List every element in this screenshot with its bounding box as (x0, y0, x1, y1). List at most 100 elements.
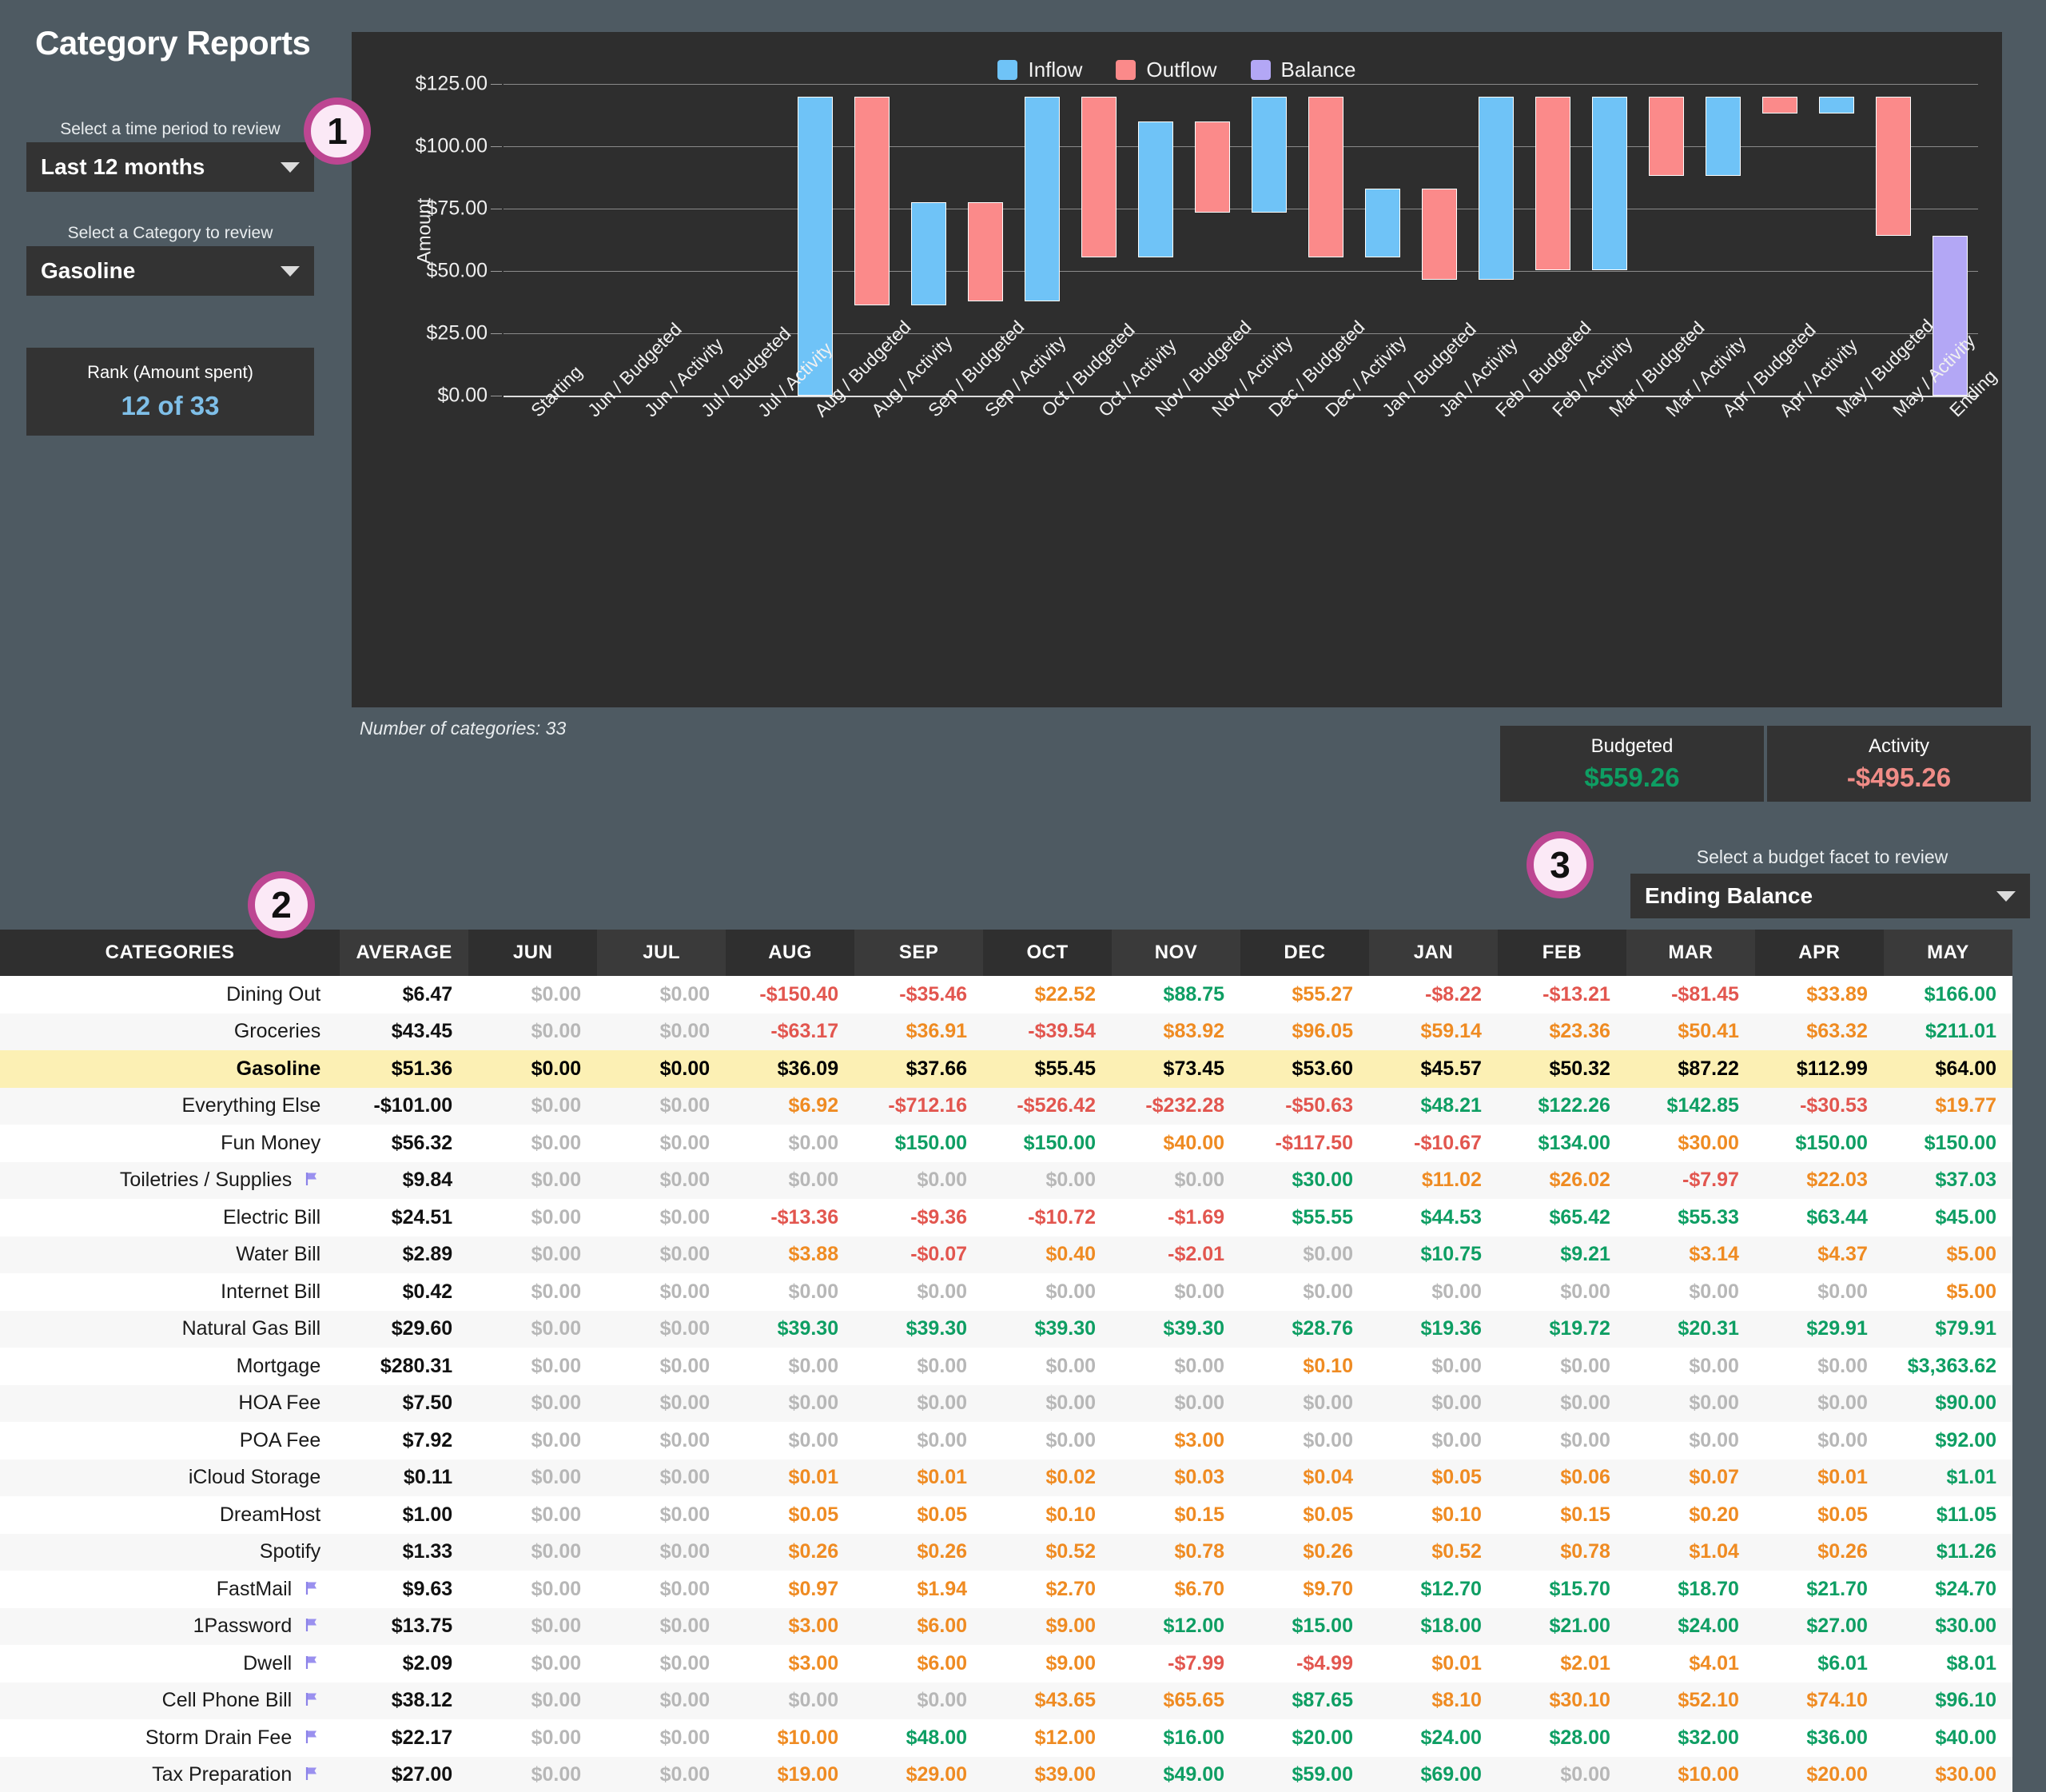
table-cell-dec[interactable]: $0.10 (1240, 1348, 1369, 1385)
flag-icon[interactable] (303, 1170, 320, 1188)
flag-icon[interactable] (303, 1616, 320, 1634)
table-cell-jan[interactable]: $0.05 (1369, 1459, 1498, 1497)
table-row[interactable]: Everything Else -$101.00 $0.00 $0.00 $6.92 -$… (0, 1087, 2012, 1125)
table-cell-oct[interactable]: $150.00 (983, 1125, 1112, 1162)
table-row[interactable]: Dining Out $6.47 $0.00 $0.00 -$150.40 -$35.46… (0, 976, 2012, 1013)
table-cell-jun[interactable]: $0.00 (468, 1236, 597, 1274)
table-cell-may[interactable]: $5.00 (1884, 1273, 2012, 1311)
table-header-feb[interactable]: FEB (1497, 930, 1626, 976)
chart-bar-inflow[interactable] (911, 202, 947, 306)
category-name-cell[interactable]: Natural Gas Bill (0, 1311, 340, 1348)
table-cell-mar[interactable]: $3.14 (1626, 1236, 1755, 1274)
table-cell-nov[interactable]: $16.00 (1112, 1719, 1240, 1757)
table-cell-dec[interactable]: $87.65 (1240, 1682, 1369, 1720)
table-cell-feb[interactable]: $2.01 (1498, 1645, 1626, 1682)
table-row[interactable]: DreamHost $1.00 $0.00 $0.00 $0.05 $0.05 $0.10 $… (0, 1496, 2012, 1534)
table-cell-oct[interactable]: $0.00 (983, 1422, 1112, 1459)
table-cell-aug[interactable]: $3.88 (726, 1236, 854, 1274)
table-cell-average[interactable]: $1.33 (340, 1534, 468, 1571)
table-cell-aug[interactable]: $6.92 (726, 1088, 854, 1125)
table-header-apr[interactable]: APR (1754, 930, 1884, 976)
table-cell-apr[interactable]: $21.70 (1755, 1571, 1884, 1608)
table-cell-nov[interactable]: $0.00 (1112, 1348, 1240, 1385)
table-cell-jan[interactable]: $0.10 (1369, 1496, 1498, 1534)
table-row[interactable]: Dwell $2.09 $0.00 $0.00 $3.00 $6.00 $9.00 -$7.9… (0, 1645, 2012, 1682)
table-cell-oct[interactable]: $0.00 (983, 1273, 1112, 1311)
table-cell-jul[interactable]: $0.00 (597, 1645, 726, 1682)
chart-bar-inflow[interactable] (1591, 96, 1627, 270)
table-cell-sep[interactable]: $37.66 (854, 1050, 983, 1088)
table-cell-mar[interactable]: $142.85 (1626, 1088, 1755, 1125)
table-cell-jul[interactable]: $0.00 (597, 1422, 726, 1459)
table-cell-feb[interactable]: $9.21 (1498, 1236, 1626, 1274)
table-header-jun[interactable]: JUN (468, 930, 598, 976)
table-cell-nov[interactable]: $12.00 (1112, 1608, 1240, 1646)
table-cell-dec[interactable]: $96.05 (1240, 1013, 1369, 1051)
table-cell-sep[interactable]: $0.05 (854, 1496, 983, 1534)
table-cell-average[interactable]: $24.51 (340, 1199, 468, 1236)
table-row[interactable]: Internet Bill $0.42 $0.00 $0.00 $0.00 $0.00 $0… (0, 1273, 2012, 1311)
table-cell-sep[interactable]: $1.94 (854, 1571, 983, 1608)
chart-bar-inflow[interactable] (1478, 96, 1514, 280)
table-cell-dec[interactable]: $0.04 (1240, 1459, 1369, 1497)
category-name-cell[interactable]: FastMail (0, 1571, 340, 1608)
table-cell-aug[interactable]: $0.97 (726, 1571, 854, 1608)
table-cell-may[interactable]: $3,363.62 (1884, 1348, 2012, 1385)
table-header-dec[interactable]: DEC (1240, 930, 1369, 976)
table-cell-jan[interactable]: $0.52 (1369, 1534, 1498, 1571)
table-cell-aug[interactable]: -$63.17 (726, 1013, 854, 1051)
table-cell-apr[interactable]: $0.00 (1755, 1348, 1884, 1385)
table-row[interactable]: Cell Phone Bill $38.12 $0.00 $0.00 $0.00 $0.0… (0, 1682, 2012, 1720)
table-cell-may[interactable]: $37.03 (1884, 1162, 2012, 1200)
table-cell-feb[interactable]: $0.78 (1498, 1534, 1626, 1571)
table-cell-feb[interactable]: -$13.21 (1498, 976, 1626, 1013)
table-row[interactable]: Water Bill $2.89 $0.00 $0.00 $3.88 -$0.07 $0.4… (0, 1236, 2012, 1274)
table-cell-mar[interactable]: $10.00 (1626, 1757, 1755, 1792)
table-cell-jun[interactable]: $0.00 (468, 976, 597, 1013)
table-header-average[interactable]: AVERAGE (340, 930, 469, 976)
table-cell-jun[interactable]: $0.00 (468, 1608, 597, 1646)
table-cell-sep[interactable]: -$35.46 (854, 976, 983, 1013)
table-cell-nov[interactable]: $0.00 (1112, 1273, 1240, 1311)
table-cell-oct[interactable]: $0.00 (983, 1348, 1112, 1385)
table-cell-jul[interactable]: $0.00 (597, 1719, 726, 1757)
table-cell-feb[interactable]: $0.06 (1498, 1459, 1626, 1497)
table-cell-jun[interactable]: $0.00 (468, 1088, 597, 1125)
table-cell-average[interactable]: $27.00 (340, 1757, 468, 1792)
table-cell-mar[interactable]: $30.00 (1626, 1125, 1755, 1162)
table-cell-apr[interactable]: $0.00 (1755, 1422, 1884, 1459)
table-cell-jun[interactable]: $0.00 (468, 1013, 597, 1051)
table-cell-aug[interactable]: $0.05 (726, 1496, 854, 1534)
table-cell-oct[interactable]: $39.00 (983, 1757, 1112, 1792)
table-cell-sep[interactable]: $0.00 (854, 1682, 983, 1720)
table-cell-nov[interactable]: $65.65 (1112, 1682, 1240, 1720)
table-cell-nov[interactable]: $83.92 (1112, 1013, 1240, 1051)
legend-item-outflow[interactable]: Outflow (1116, 58, 1217, 82)
table-row[interactable]: FastMail $9.63 $0.00 $0.00 $0.97 $1.94 $2.70 $6… (0, 1571, 2012, 1608)
table-cell-mar[interactable]: $0.00 (1626, 1385, 1755, 1423)
table-cell-average[interactable]: $22.17 (340, 1719, 468, 1757)
table-cell-nov[interactable]: -$2.01 (1112, 1236, 1240, 1274)
table-row[interactable]: Electric Bill $24.51 $0.00 $0.00 -$13.36 -$9.… (0, 1199, 2012, 1236)
table-cell-apr[interactable]: $74.10 (1755, 1682, 1884, 1720)
table-cell-sep[interactable]: $150.00 (854, 1125, 983, 1162)
table-cell-jul[interactable]: $0.00 (597, 1682, 726, 1720)
table-cell-apr[interactable]: $27.00 (1755, 1608, 1884, 1646)
table-cell-feb[interactable]: $19.72 (1498, 1311, 1626, 1348)
table-cell-mar[interactable]: $50.41 (1626, 1013, 1755, 1051)
table-cell-may[interactable]: $166.00 (1884, 976, 2012, 1013)
category-name-cell[interactable]: Storm Drain Fee (0, 1719, 340, 1757)
category-dropdown[interactable]: Gasoline (26, 246, 314, 296)
table-cell-sep[interactable]: $36.91 (854, 1013, 983, 1051)
table-header-jul[interactable]: JUL (597, 930, 726, 976)
table-cell-nov[interactable]: -$232.28 (1112, 1088, 1240, 1125)
table-cell-average[interactable]: $280.31 (340, 1348, 468, 1385)
table-cell-dec[interactable]: -$117.50 (1240, 1125, 1369, 1162)
flag-icon[interactable] (303, 1579, 320, 1597)
table-cell-oct[interactable]: $2.70 (983, 1571, 1112, 1608)
table-cell-jun[interactable]: $0.00 (468, 1496, 597, 1534)
table-cell-may[interactable]: $45.00 (1884, 1199, 2012, 1236)
table-cell-oct[interactable]: $43.65 (983, 1682, 1112, 1720)
table-cell-average[interactable]: $43.45 (340, 1013, 468, 1051)
table-cell-jan[interactable]: $10.75 (1369, 1236, 1498, 1274)
